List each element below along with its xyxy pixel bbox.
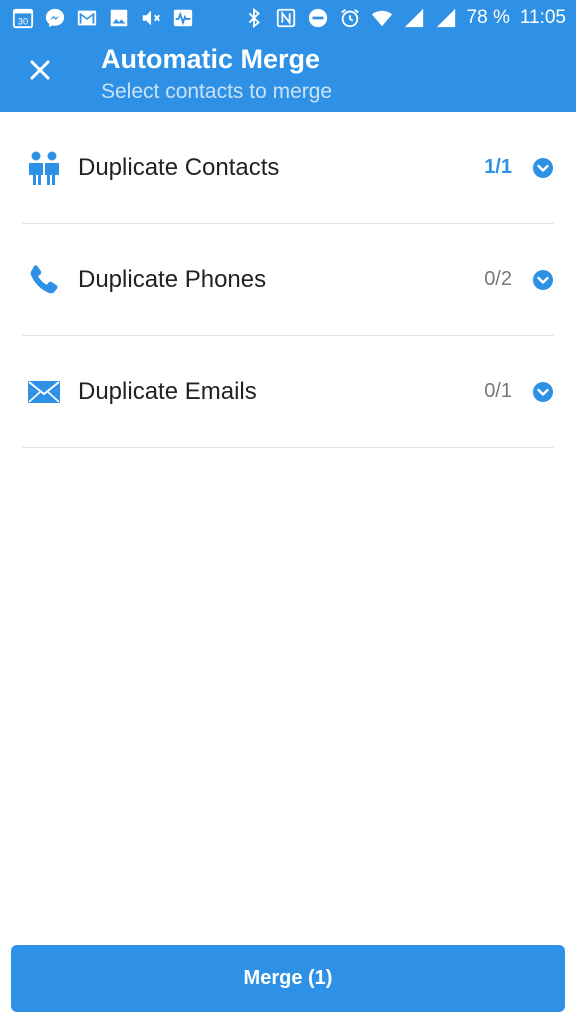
list-item-duplicate-emails[interactable]: Duplicate Emails 0/1 <box>22 336 554 448</box>
battery-percent: 78 % <box>466 7 510 28</box>
page-subtitle: Select contacts to merge <box>101 80 333 103</box>
close-icon <box>28 58 52 87</box>
people-icon <box>22 146 66 190</box>
activity-icon <box>172 7 194 29</box>
list-item-label: Duplicate Contacts <box>78 153 280 181</box>
gallery-icon <box>108 7 130 29</box>
alarm-icon <box>339 7 361 29</box>
wifi-icon <box>371 7 393 29</box>
dnd-icon <box>307 7 329 29</box>
app-bar: Automatic Merge Select contacts to merge <box>0 36 576 112</box>
phone-icon <box>22 258 66 302</box>
mute-icon <box>140 7 162 29</box>
chevron-down-icon[interactable] <box>532 269 554 291</box>
list-item-label: Duplicate Emails <box>78 377 257 405</box>
list-item-duplicate-phones[interactable]: Duplicate Phones 0/2 <box>22 224 554 336</box>
status-bar-left: 30 <box>12 7 194 29</box>
email-icon <box>22 370 66 414</box>
chevron-down-icon[interactable] <box>532 157 554 179</box>
signal-icon-2 <box>435 7 457 29</box>
close-button[interactable] <box>18 50 62 94</box>
nfc-icon <box>275 7 297 29</box>
calendar-icon: 30 <box>12 7 34 29</box>
status-bar-right: 78 % 11:05 <box>243 7 566 29</box>
list-item-count: 0/2 <box>484 268 512 290</box>
chevron-down-icon[interactable] <box>532 381 554 403</box>
messenger-icon <box>44 7 66 29</box>
list-item-duplicate-contacts[interactable]: Duplicate Contacts 1/1 <box>22 112 554 224</box>
list-item-count: 0/1 <box>484 380 512 402</box>
calendar-day: 30 <box>18 16 28 26</box>
bluetooth-icon <box>243 7 265 29</box>
gmail-icon <box>76 7 98 29</box>
list-item-label: Duplicate Phones <box>78 265 267 293</box>
duplicate-category-list: Duplicate Contacts 1/1 Duplicate Phones … <box>0 112 576 448</box>
page-title: Automatic Merge <box>101 44 321 74</box>
merge-button[interactable]: Merge (1) <box>11 945 565 1012</box>
status-bar: 30 78 % 11:05 <box>0 0 576 36</box>
clock-time: 11:05 <box>519 7 566 28</box>
list-item-count: 1/1 <box>484 156 512 178</box>
signal-icon <box>403 7 425 29</box>
